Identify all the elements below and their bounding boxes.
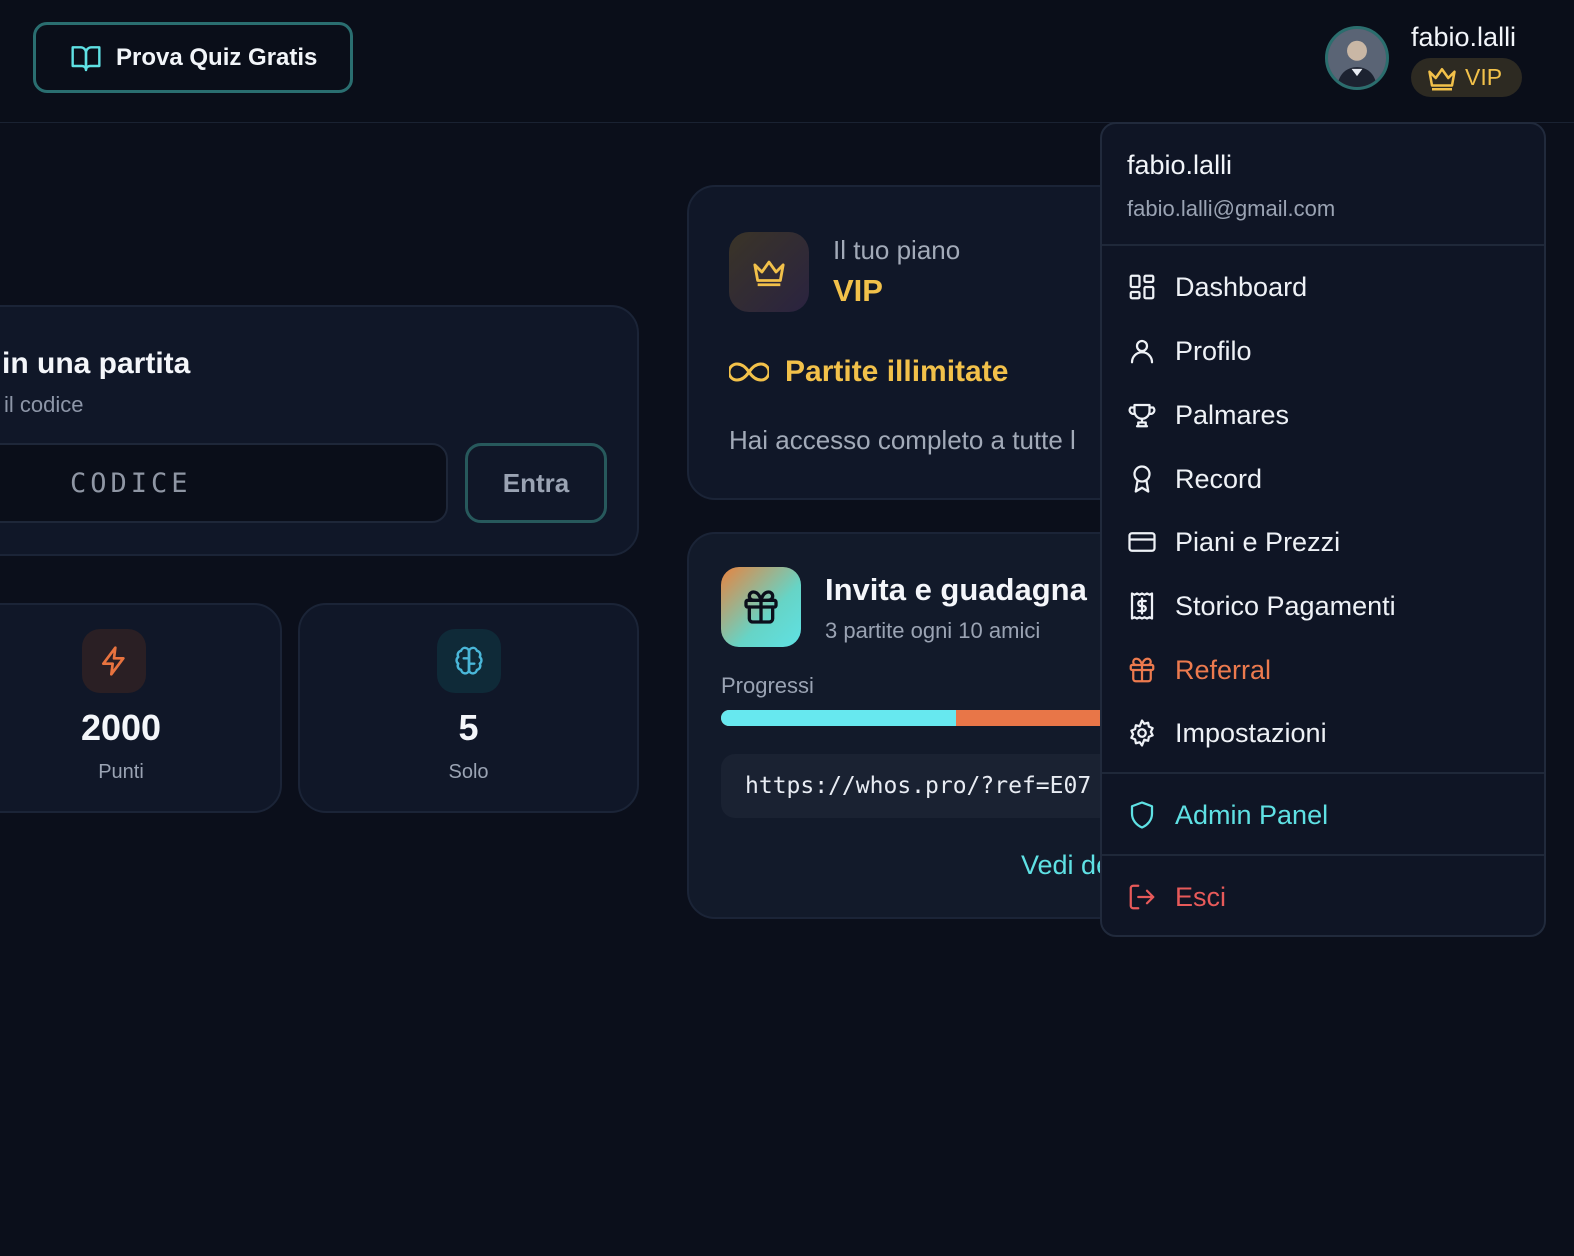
plan-name: VIP: [833, 273, 883, 308]
view-details-link[interactable]: Vedi de: [1021, 850, 1111, 881]
menu-item-label: Referral: [1175, 654, 1272, 685]
referral-title: Invita e guadagna: [825, 572, 1087, 607]
unlimited-games: Partite illimitate: [729, 355, 1008, 389]
join-subtitle: il codice: [4, 392, 84, 417]
plan-icon-box: [729, 232, 809, 312]
top-bar: Prova Quiz Gratis fabio.lalli VIP: [0, 0, 1574, 123]
solo-stat-card: 5 Solo: [298, 603, 639, 813]
referral-icon-box: [721, 567, 801, 647]
trophy-icon: [1128, 403, 1156, 428]
brain-icon: [455, 646, 483, 675]
infinity-icon: [729, 362, 769, 382]
referral-link[interactable]: https://whos.pro/?ref=E07: [721, 754, 1145, 818]
book-open-icon: [71, 45, 101, 71]
shield-icon: [1130, 801, 1154, 829]
dropdown-username: fabio.lalli: [1127, 150, 1233, 180]
user-icon: [1130, 339, 1154, 364]
menu-item-record[interactable]: Record: [1102, 451, 1544, 507]
gift-icon: [1129, 657, 1155, 683]
plan-card: Il tuo piano VIP Partite illimitate Hai …: [687, 185, 1147, 500]
credit-card-icon: [1128, 532, 1156, 552]
menu-item-label: Dashboard: [1175, 271, 1308, 302]
plan-label: Il tuo piano: [833, 235, 961, 265]
divider: [1102, 244, 1544, 246]
crown-icon: [1428, 67, 1456, 90]
menu-item-pricing[interactable]: Piani e Prezzi: [1102, 514, 1544, 570]
stat-icon-box: [82, 629, 146, 693]
menu-item-profilo[interactable]: Profilo: [1102, 323, 1544, 379]
menu-item-referral[interactable]: Referral: [1102, 642, 1544, 698]
header-username[interactable]: fabio.lalli: [1411, 22, 1516, 53]
menu-item-dashboard[interactable]: Dashboard: [1102, 259, 1544, 315]
menu-item-settings[interactable]: Impostazioni: [1102, 705, 1544, 761]
gift-icon: [744, 590, 778, 624]
award-icon: [1133, 465, 1151, 493]
user-dropdown-menu: fabio.lalli fabio.lalli@gmail.com Dashbo…: [1100, 122, 1546, 937]
menu-item-label: Impostazioni: [1175, 717, 1327, 748]
points-value: 2000: [80, 707, 162, 748]
menu-item-label: Esci: [1175, 881, 1227, 912]
try-quiz-button[interactable]: Prova Quiz Gratis: [33, 22, 353, 93]
menu-item-label: Piani e Prezzi: [1175, 526, 1341, 557]
join-game-card: in una partita il codice Entra: [0, 305, 639, 556]
game-code-input[interactable]: [0, 443, 448, 523]
gear-icon: [1130, 719, 1154, 747]
avatar-image: [1328, 29, 1386, 87]
receipt-icon: [1130, 592, 1154, 620]
progress-fill: [721, 710, 957, 726]
menu-item-logout[interactable]: Esci: [1102, 869, 1544, 925]
referral-card: Invita e guadagna 3 partite ogni 10 amic…: [687, 532, 1147, 919]
menu-item-label: Admin Panel: [1175, 799, 1329, 830]
join-title: in una partita: [2, 347, 191, 380]
points-label: Punti: [98, 761, 144, 783]
try-quiz-label: Prova Quiz Gratis: [116, 43, 318, 71]
lightning-icon: [102, 646, 125, 676]
solo-label: Solo: [448, 761, 489, 783]
menu-item-payment-history[interactable]: Storico Pagamenti: [1102, 578, 1544, 634]
menu-item-label: Profilo: [1175, 335, 1252, 366]
divider: [1102, 772, 1544, 774]
menu-item-label: Record: [1175, 463, 1263, 494]
avatar[interactable]: [1325, 26, 1389, 90]
referral-progress-bar: [721, 710, 1141, 726]
vip-badge: VIP: [1411, 58, 1522, 97]
points-stat-card: 2000 Punti: [0, 603, 282, 813]
vip-badge-label: VIP: [1465, 64, 1503, 90]
menu-item-palmares[interactable]: Palmares: [1102, 387, 1544, 443]
plan-description: Hai accesso completo a tutte l: [729, 425, 1076, 455]
divider: [1102, 854, 1544, 856]
crown-icon: [753, 260, 785, 287]
stat-icon-box: [437, 629, 501, 693]
menu-item-label: Storico Pagamenti: [1175, 590, 1396, 621]
enter-button[interactable]: Entra: [465, 443, 607, 523]
progress-label: Progressi: [721, 673, 814, 698]
dashboard-icon: [1129, 274, 1155, 300]
menu-item-admin-panel[interactable]: Admin Panel: [1102, 787, 1544, 843]
solo-value: 5: [458, 707, 479, 748]
unlimited-label: Partite illimitate: [785, 355, 1009, 388]
menu-item-label: Palmares: [1175, 399, 1290, 430]
referral-subtitle: 3 partite ogni 10 amici: [825, 618, 1041, 643]
dropdown-email: fabio.lalli@gmail.com: [1127, 196, 1336, 221]
logout-icon: [1129, 884, 1155, 910]
